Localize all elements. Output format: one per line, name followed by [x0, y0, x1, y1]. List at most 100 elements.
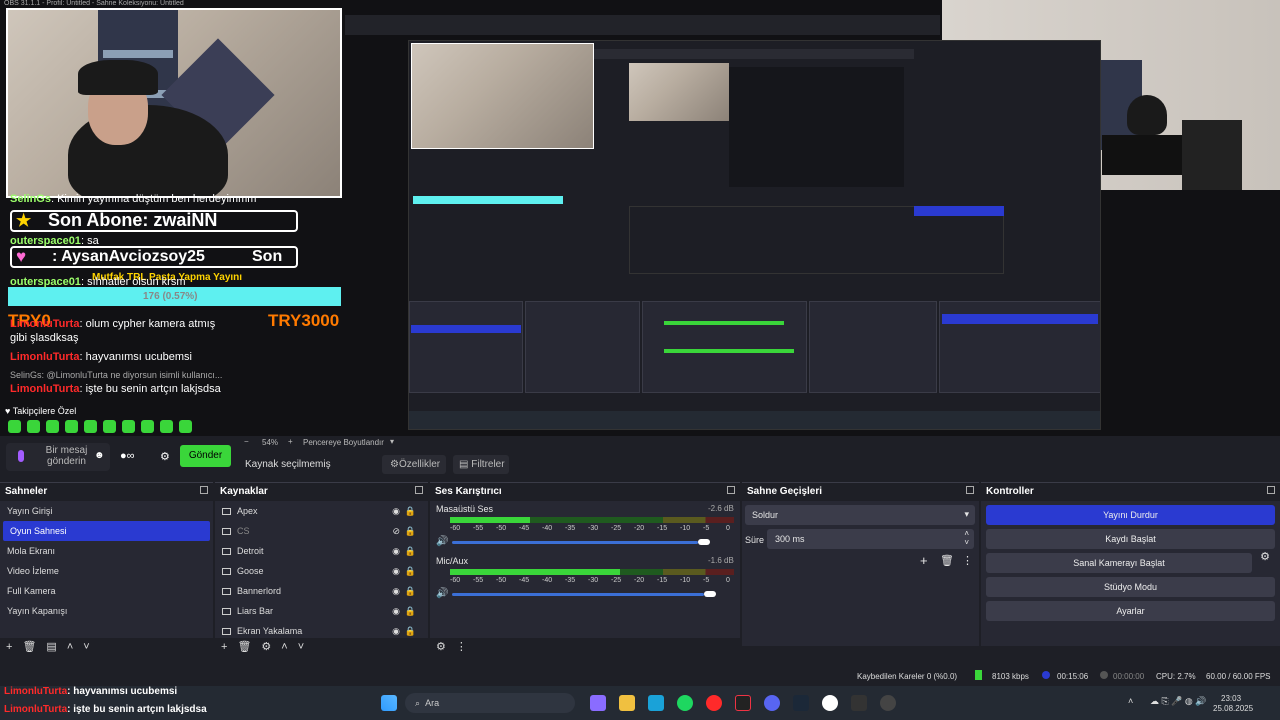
- zoom-out-button[interactable]: −: [244, 437, 249, 446]
- source-item[interactable]: CS ⊘ 🔒: [215, 521, 428, 541]
- lock-icon[interactable]: 🔒: [405, 526, 416, 537]
- source-item[interactable]: Detroit ◉ 🔒: [215, 541, 428, 561]
- volume-slider-knob[interactable]: [704, 591, 716, 597]
- chat-placeholder: Bir mesaj gönderin: [45, 445, 88, 467]
- filter-icon[interactable]: ▤: [46, 641, 56, 653]
- chevron-up-icon[interactable]: ˄: [67, 641, 73, 653]
- taskbar-search[interactable]: ⌕ Ara: [405, 693, 575, 713]
- explorer-icon[interactable]: [619, 695, 635, 711]
- gear-icon[interactable]: ⚙: [160, 450, 170, 463]
- transition-select[interactable]: Soldur ▾: [745, 505, 975, 525]
- gear-icon[interactable]: ⚙: [1260, 550, 1270, 563]
- chevron-down-icon[interactable]: ˅: [83, 641, 89, 653]
- app-icon[interactable]: [735, 695, 751, 711]
- windows-start-icon[interactable]: [381, 695, 397, 711]
- scene-item[interactable]: Yayın Girişi: [0, 501, 213, 521]
- zoom-dropdown-icon[interactable]: ▾: [390, 437, 394, 446]
- trash-icon[interactable]: 🗑: [22, 641, 36, 653]
- trash-icon[interactable]: 🗑: [940, 554, 954, 567]
- properties-button[interactable]: ⚙Özellikler: [382, 455, 446, 474]
- stepper-icon[interactable]: ˄ ˅: [964, 529, 969, 547]
- scene-item[interactable]: Video İzleme: [0, 561, 213, 581]
- copilot-icon[interactable]: [590, 695, 606, 711]
- start-virtual-camera-button[interactable]: Sanal Kamerayı Başlat: [986, 553, 1252, 573]
- eye-hidden-icon[interactable]: ⊘: [392, 526, 400, 537]
- undock-icon[interactable]: [200, 486, 208, 494]
- more-icon[interactable]: ⋮: [962, 554, 973, 567]
- chat-message: LimonluTurta: işte bu senin artçın lakjs…: [4, 704, 207, 715]
- add-icon[interactable]: +: [221, 641, 227, 653]
- eye-icon[interactable]: ◉: [392, 586, 400, 597]
- edge-icon[interactable]: [648, 695, 664, 711]
- settings-button[interactable]: Ayarlar: [986, 601, 1275, 621]
- lock-icon[interactable]: 🔒: [405, 506, 416, 517]
- source-item[interactable]: Apex ◉ 🔒: [215, 501, 428, 521]
- lock-icon[interactable]: 🔒: [405, 606, 416, 617]
- lock-icon[interactable]: 🔒: [405, 626, 416, 637]
- preview-canvas[interactable]: OBS 31.1.1 - Profil: Untitled - Sahne Ko…: [0, 0, 1280, 436]
- source-item[interactable]: Goose ◉ 🔒: [215, 561, 428, 581]
- obs-icon[interactable]: [822, 695, 838, 711]
- spotify-icon[interactable]: [677, 695, 693, 711]
- duration-label: Süre: [745, 535, 765, 545]
- chevron-down-icon[interactable]: ˅: [298, 641, 304, 653]
- meter-tick-label: -50: [496, 577, 507, 584]
- chat-input[interactable]: Bir mesaj gönderin ☻: [6, 443, 110, 471]
- mixer-settings-icon[interactable]: ⚙: [436, 641, 446, 653]
- meter-tick-label: -40: [542, 577, 553, 584]
- lock-icon[interactable]: 🔒: [405, 566, 416, 577]
- trash-icon[interactable]: 🗑: [237, 641, 251, 653]
- zoom-in-button[interactable]: +: [288, 437, 293, 446]
- add-icon[interactable]: +: [920, 553, 928, 568]
- gear-icon: ⚙: [390, 459, 399, 470]
- zoom-fit-label[interactable]: Pencereye Boyutlandır: [303, 438, 384, 447]
- scene-item[interactable]: Full Kamera: [0, 581, 213, 601]
- gear-icon[interactable]: ⚙: [261, 641, 271, 653]
- app-icon[interactable]: [851, 695, 867, 711]
- undock-icon[interactable]: [415, 486, 423, 494]
- goal-bar: 176 (0.57%): [8, 287, 341, 306]
- filters-button[interactable]: ▤ Filtreler: [453, 455, 509, 474]
- volume-slider-knob[interactable]: [698, 539, 710, 545]
- sources-footer: + 🗑 ⚙ ˄ ˅: [215, 638, 428, 656]
- lock-icon[interactable]: 🔒: [405, 546, 416, 557]
- stop-stream-button[interactable]: Yayını Durdur: [986, 505, 1275, 525]
- scene-item[interactable]: Oyun Sahnesi: [3, 521, 210, 541]
- lock-icon[interactable]: 🔒: [405, 586, 416, 597]
- dropped-frames: Kaybedilen Kareler 0 (%0.0): [857, 672, 958, 681]
- add-icon[interactable]: +: [6, 641, 12, 653]
- chevron-up-icon[interactable]: ˄: [281, 641, 287, 653]
- eye-icon[interactable]: ◉: [392, 566, 400, 577]
- volume-slider[interactable]: [452, 541, 698, 544]
- app-icon[interactable]: [880, 695, 896, 711]
- eye-icon[interactable]: ◉: [392, 546, 400, 557]
- speaker-icon[interactable]: 🔊: [436, 536, 448, 547]
- speaker-icon[interactable]: 🔊: [436, 588, 448, 599]
- chat-send-button[interactable]: Gönder: [180, 445, 231, 467]
- bits-icon[interactable]: ●∞: [120, 450, 135, 462]
- record-icon: [1100, 671, 1108, 679]
- studio-mode-button[interactable]: Stüdyo Modu: [986, 577, 1275, 597]
- emoji-icon[interactable]: ☻: [94, 450, 105, 461]
- more-icon[interactable]: ⋮: [456, 641, 467, 653]
- eye-icon[interactable]: ◉: [392, 606, 400, 617]
- eye-icon[interactable]: ◉: [392, 626, 400, 637]
- steam-icon[interactable]: [793, 695, 809, 711]
- tray-icons[interactable]: ☁ ⎘ 🎤 ◍ 🔊: [1150, 696, 1206, 707]
- undock-icon[interactable]: [966, 486, 974, 494]
- scene-item[interactable]: Yayın Kapanışı: [0, 601, 213, 621]
- discord-icon[interactable]: [764, 695, 780, 711]
- meter-tick-label: -60: [450, 577, 461, 584]
- opera-icon[interactable]: [706, 695, 722, 711]
- undock-icon[interactable]: [1267, 486, 1275, 494]
- chevron-down-icon: ▾: [964, 509, 969, 519]
- duration-field[interactable]: 300 ms ˄ ˅: [767, 529, 974, 549]
- undock-icon[interactable]: [727, 486, 735, 494]
- source-item[interactable]: Bannerlord ◉ 🔒: [215, 581, 428, 601]
- source-item[interactable]: Liars Bar ◉ 🔒: [215, 601, 428, 621]
- eye-icon[interactable]: ◉: [392, 506, 400, 517]
- scene-item[interactable]: Mola Ekranı: [0, 541, 213, 561]
- start-recording-button[interactable]: Kaydı Başlat: [986, 529, 1275, 549]
- chevron-up-icon[interactable]: ˄: [1128, 696, 1133, 706]
- volume-slider[interactable]: [452, 593, 704, 596]
